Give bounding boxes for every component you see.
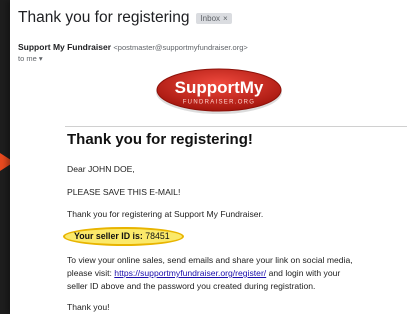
save-notice: PLEASE SAVE THIS E-MAIL! (67, 187, 181, 197)
recipient-details[interactable]: to me ▾ (18, 54, 43, 63)
sender-name: Support My Fundraiser (18, 42, 112, 52)
email-panel: Thank you for registering Inbox × Suppor… (10, 0, 413, 314)
instructions-prefix: please visit: (67, 268, 115, 278)
email-subject: Thank you for registering (18, 9, 190, 26)
instructions-line-3: seller ID above and the password you cre… (67, 281, 316, 291)
logo-main-text: SupportMy (175, 78, 264, 97)
seller-id-line: Your seller ID is: 78451 (74, 231, 170, 241)
inbox-label-badge[interactable]: Inbox × (196, 12, 232, 24)
inbox-label-text: Inbox (200, 13, 221, 23)
instructions-line-1: To view your online sales, send emails a… (67, 255, 353, 265)
remove-label-icon[interactable]: × (223, 14, 228, 23)
subject-row: Thank you for registering Inbox × (18, 9, 232, 27)
logo-sub-text: FUNDRAISER.ORG (183, 100, 256, 106)
closing: Thank you! (67, 302, 110, 312)
sender-row: Support My Fundraiser <postmaster@suppor… (18, 42, 248, 52)
instructions-suffix: and login with your (266, 268, 341, 278)
thanks-line: Thank you for registering at Support My … (67, 209, 264, 219)
divider (65, 126, 407, 127)
register-link[interactable]: https://supportmyfundraiser.org/register… (114, 268, 266, 278)
instructions-line-2: please visit: https://supportmyfundraise… (67, 267, 340, 280)
sender-email: <postmaster@supportmyfundraiser.org> (113, 43, 248, 52)
seller-id-label: Your seller ID is: (74, 231, 143, 241)
seller-id-value: 78451 (145, 231, 170, 241)
email-heading: Thank you for registering! (67, 131, 253, 148)
greeting: Dear JOHN DOE, (67, 164, 135, 174)
supportmy-logo: SupportMy FUNDRAISER.ORG (156, 68, 282, 114)
